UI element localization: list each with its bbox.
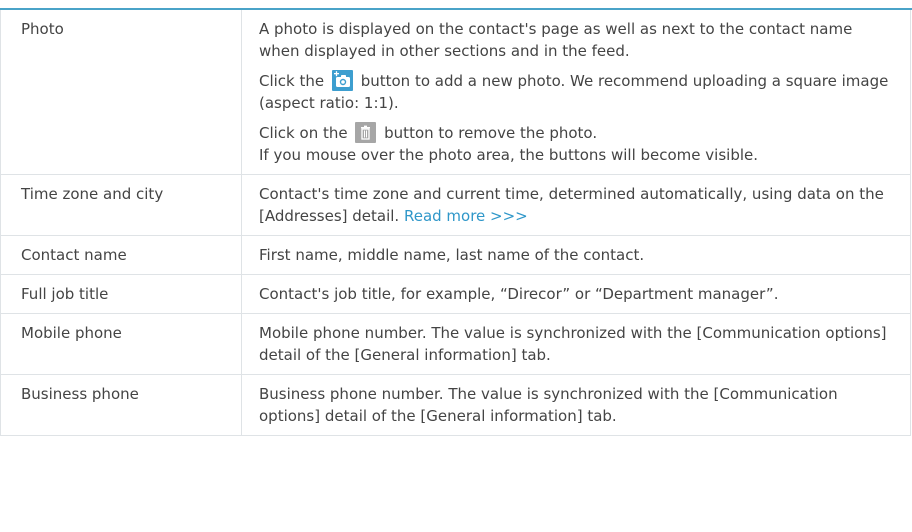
field-description-cell: First name, middle name, last name of th… xyxy=(241,235,911,275)
field-description-cell: A photo is displayed on the contact's pa… xyxy=(241,10,911,175)
field-name-cell: Business phone xyxy=(0,374,242,436)
field-description-cell: Contact's time zone and current time, de… xyxy=(241,174,911,236)
add-photo-icon xyxy=(331,70,353,91)
description-paragraph: Click the button to add a new photo. We … xyxy=(259,70,896,114)
read-more-link[interactable]: Read more >>> xyxy=(404,207,528,225)
description-paragraph: If you mouse over the photo area, the bu… xyxy=(259,146,759,164)
field-description-cell: Business phone number. The value is sync… xyxy=(241,374,911,436)
field-name-cell: Full job title xyxy=(0,274,242,314)
description-text: button to remove the photo. xyxy=(384,124,598,142)
table-row: Contact name First name, middle name, la… xyxy=(0,235,911,275)
field-description-cell: Mobile phone number. The value is synchr… xyxy=(241,313,911,375)
description-text: Contact's time zone and current time, de… xyxy=(259,185,884,225)
field-name-cell: Contact name xyxy=(0,235,242,275)
table-row: Photo A photo is displayed on the contac… xyxy=(0,10,911,175)
description-text: Click the xyxy=(259,72,325,90)
description-text: button to add a new photo. We recommend … xyxy=(259,72,889,112)
field-description-cell: Contact's job title, for example, “Direc… xyxy=(241,274,911,314)
table-row: Business phone Business phone number. Th… xyxy=(0,374,911,436)
table-row: Mobile phone Mobile phone number. The va… xyxy=(0,313,911,375)
field-description-table: Photo A photo is displayed on the contac… xyxy=(0,10,911,436)
description-paragraph: A photo is displayed on the contact's pa… xyxy=(259,20,853,60)
trash-icon xyxy=(355,122,377,143)
field-name-cell: Time zone and city xyxy=(0,174,242,236)
document-page: Photo A photo is displayed on the contac… xyxy=(0,0,912,532)
field-name-cell: Photo xyxy=(0,10,242,175)
description-paragraph: Click on the button to remove the photo. xyxy=(259,122,896,144)
description-text: Click on the xyxy=(259,124,348,142)
table-row: Full job title Contact's job title, for … xyxy=(0,274,911,314)
field-name-cell: Mobile phone xyxy=(0,313,242,375)
table-row: Time zone and city Contact's time zone a… xyxy=(0,174,911,236)
